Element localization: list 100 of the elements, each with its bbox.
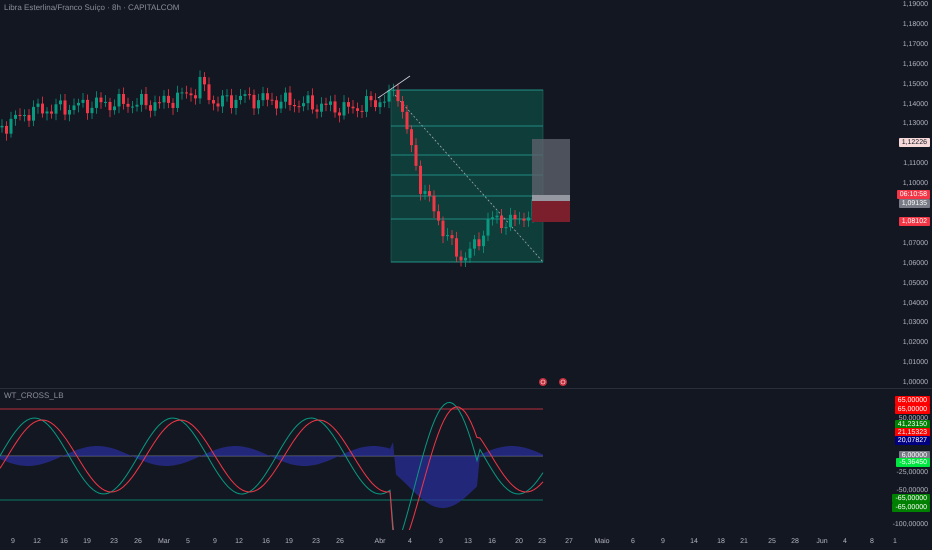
- candle: [522, 212, 526, 228]
- event-icon[interactable]: [539, 378, 547, 386]
- candle: [0, 118, 4, 133]
- candle: [140, 89, 143, 112]
- candle: [270, 92, 274, 106]
- candle: [14, 110, 17, 126]
- candle: [248, 86, 251, 100]
- candle: [342, 94, 346, 120]
- candle: [414, 138, 418, 171]
- candle: [262, 86, 264, 106]
- candle: [221, 90, 224, 114]
- candle: [347, 97, 350, 114]
- trend-line[interactable]: [378, 76, 410, 98]
- candle: [496, 210, 498, 224]
- candle: [514, 210, 516, 226]
- candle: [306, 90, 310, 110]
- indicator-title: WT_CROSS_LB: [4, 391, 64, 400]
- candle: [41, 96, 44, 118]
- candle: [356, 102, 359, 118]
- candle: [518, 211, 521, 225]
- candle: [428, 184, 431, 202]
- candle: [284, 87, 287, 109]
- candle: [527, 211, 530, 228]
- candle: [126, 97, 130, 114]
- candle: [212, 95, 215, 111]
- candle: [226, 88, 228, 102]
- candle: [302, 96, 305, 112]
- candle: [59, 94, 62, 111]
- event-icon[interactable]: [559, 378, 567, 386]
- candle: [36, 98, 40, 114]
- candle: [316, 104, 318, 119]
- candle: [266, 88, 269, 107]
- candle: [388, 84, 390, 109]
- candle: [172, 98, 174, 116]
- candle: [374, 92, 377, 112]
- chart-title: Libra Esterlina/Franco Suíço · 8h · CAPITALCOM: [4, 3, 180, 12]
- candle: [432, 190, 436, 218]
- candle: [234, 94, 238, 116]
- candle: [104, 94, 107, 108]
- candle: [334, 94, 336, 118]
- candle: [437, 204, 440, 226]
- candle: [208, 77, 210, 105]
- candle: [460, 250, 462, 267]
- candle: [365, 89, 368, 118]
- candle: [86, 94, 89, 120]
- candle: [72, 98, 76, 115]
- candle: [32, 100, 35, 126]
- candle: [95, 90, 98, 114]
- candle: [190, 87, 192, 102]
- candle: [500, 208, 503, 234]
- candle: [28, 108, 30, 128]
- candle: [424, 184, 426, 200]
- candle: [370, 90, 372, 108]
- candle: [23, 108, 26, 122]
- candle: [298, 100, 300, 114]
- candle: [360, 104, 364, 118]
- candle: [293, 98, 296, 113]
- short-position-drawing[interactable]: [532, 139, 570, 222]
- candle: [473, 234, 476, 256]
- candle: [50, 104, 53, 119]
- candle: [100, 92, 102, 110]
- candle: [203, 72, 206, 92]
- candle: [478, 232, 480, 251]
- candle: [311, 88, 314, 114]
- candle: [450, 230, 454, 246]
- candle: [392, 83, 395, 97]
- candle: [54, 98, 58, 121]
- candle: [144, 86, 148, 110]
- candle: [442, 216, 444, 244]
- candle: [122, 87, 125, 110]
- candle: [288, 86, 292, 112]
- candle: [446, 228, 449, 242]
- candle: [257, 94, 260, 115]
- candle: [378, 97, 382, 114]
- candle: [46, 106, 48, 121]
- candle: [320, 96, 323, 118]
- candle: [108, 97, 112, 118]
- candle: [230, 88, 233, 114]
- candle: [216, 96, 220, 112]
- candle: [68, 104, 71, 122]
- candle: [482, 230, 485, 254]
- candle: [338, 107, 341, 123]
- candle: [383, 94, 386, 108]
- candle: [239, 88, 242, 105]
- candle: [77, 98, 80, 113]
- candle: [5, 120, 8, 141]
- candle: [275, 96, 278, 116]
- candle: [82, 92, 84, 108]
- candle: [64, 94, 66, 121]
- candle: [185, 85, 188, 100]
- candle: [252, 89, 256, 116]
- candle: [468, 241, 472, 264]
- candle: [149, 100, 152, 118]
- candle: [396, 83, 400, 108]
- candle: [324, 97, 328, 112]
- candle: [167, 88, 170, 108]
- candle: [10, 112, 12, 138]
- candle: [455, 231, 458, 263]
- candle: [118, 88, 120, 114]
- candle: [419, 160, 422, 201]
